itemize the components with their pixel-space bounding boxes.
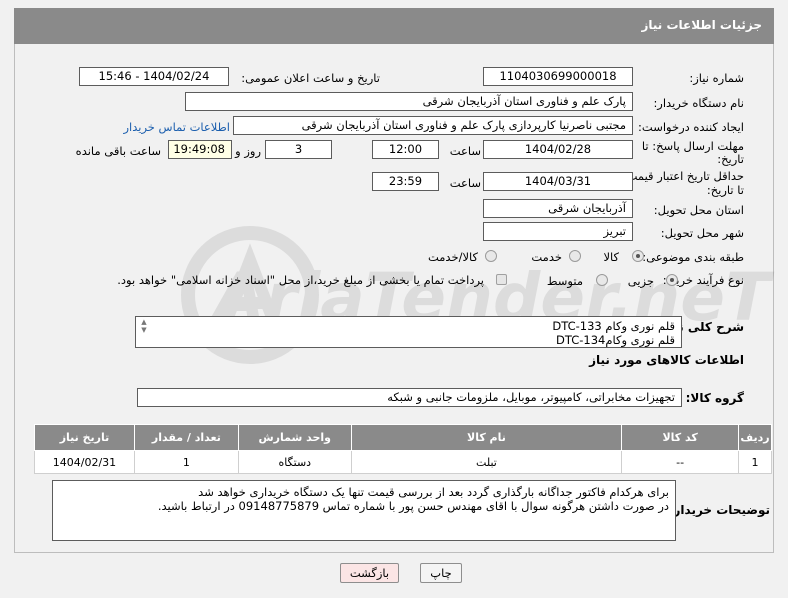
announce-date-label: تاریخ و ساعت اعلان عمومی: <box>241 71 380 85</box>
reply-days-field: 3 <box>265 140 332 159</box>
table-row[interactable]: 1 -- تبلت دستگاه 1 1404/02/31 <box>34 450 772 474</box>
buyer-notes-label: توضیحات خریدار: <box>668 503 770 517</box>
buyer-org-field: پارک علم و فناوری استان آذربایجان شرقی <box>185 92 633 111</box>
scroll-down-icon[interactable]: ▼ <box>137 326 151 334</box>
col-qty: تعداد / مقدار <box>133 424 239 451</box>
cell-date: 1404/02/31 <box>34 450 135 474</box>
col-date: تاریخ نیاز <box>34 424 135 451</box>
category-radio-goods-service[interactable] <box>485 250 497 262</box>
reply-deadline-label: مهلت ارسال پاسخ: تا <box>641 139 744 153</box>
reply-deadline-date-field: 1404/02/28 <box>483 140 633 159</box>
reply-time-field: 12:00 <box>372 140 439 159</box>
remaining-time-field: 19:49:08 <box>168 140 232 159</box>
scroll-up-icon[interactable]: ▲ <box>137 318 151 326</box>
description-line-2: قلم نوری وکامDTC-134 <box>556 333 675 347</box>
treasury-payment-checkbox[interactable] <box>496 274 507 285</box>
treasury-payment-note: پرداخت تمام یا بخشی از مبلغ خرید،از محل … <box>117 273 484 287</box>
cell-qty: 1 <box>133 450 239 474</box>
reply-days-label: روز و <box>235 144 261 158</box>
process-radio-medium[interactable] <box>596 274 608 286</box>
page-title: جزئیات اطلاعات نیاز <box>641 18 762 32</box>
price-validity-time-field: 23:59 <box>372 172 439 191</box>
price-validity-label-date: تا تاریخ: <box>706 183 744 197</box>
announce-date-field: 1404/02/24 - 15:46 <box>79 67 229 86</box>
category-option-service: خدمت <box>531 250 562 264</box>
goods-group-field: تجهیزات مخابراتی، کامپیوتر، موبایل، ملزو… <box>137 388 682 407</box>
col-name: نام کالا <box>350 424 623 451</box>
reply-deadline-label-date: تاریخ: <box>717 152 744 166</box>
price-validity-time-label: ساعت <box>449 176 481 190</box>
description-textarea[interactable]: قلم نوری وکام DTC-133 قلم نوری وکامDTC-1… <box>135 316 682 348</box>
description-line-1: قلم نوری وکام DTC-133 <box>552 319 675 333</box>
cell-name: تبلت <box>350 450 623 474</box>
delivery-city-field: تبریز <box>483 222 633 241</box>
buyer-notes-textarea[interactable]: برای هرکدام فاکتور جداگانه بارگذاری گردد… <box>52 480 676 541</box>
col-row: ردیف <box>738 424 772 451</box>
buyer-notes-line-2: در صورت داشتن هرگونه سوال با اقای مهندس … <box>157 499 669 513</box>
goods-table-header: ردیف کد کالا نام کالا واحد شمارش تعداد /… <box>34 424 772 451</box>
delivery-province-label: استان محل تحویل: <box>653 203 744 217</box>
buyer-notes-line-1: برای هرکدام فاکتور جداگانه بارگذاری گردد… <box>198 485 669 499</box>
category-option-goods-service: کالا/خدمت <box>427 250 478 264</box>
col-unit: واحد شمارش <box>237 424 352 451</box>
buyer-contact-link[interactable]: اطلاعات تماس خریدار <box>123 120 230 134</box>
print-button[interactable]: چاپ <box>420 563 462 583</box>
cell-code: -- <box>621 450 740 474</box>
category-radio-goods[interactable] <box>632 250 644 262</box>
delivery-province-field: آذربایجان شرقی <box>483 199 633 218</box>
cell-row: 1 <box>738 450 772 474</box>
price-validity-date-field: 1404/03/31 <box>483 172 633 191</box>
price-validity-label: حداقل تاریخ اعتبار قیمت: <box>622 169 744 183</box>
description-scrollbar[interactable]: ▲ ▼ <box>137 318 151 334</box>
goods-section-title: اطلاعات کالاهای مورد نیاز <box>589 353 744 367</box>
col-code: کد کالا <box>621 424 740 451</box>
requester-field: مجتبی ناصرنیا کارپردازی پارک علم و فناور… <box>233 116 633 135</box>
panel-header: جزئیات اطلاعات نیاز <box>14 8 774 44</box>
requester-label: ایجاد کننده درخواست: <box>638 120 744 134</box>
goods-table: ردیف کد کالا نام کالا واحد شمارش تعداد /… <box>34 424 772 474</box>
category-option-goods: کالا <box>603 250 619 264</box>
category-label: طبقه بندی موضوعی: <box>642 250 744 264</box>
process-option-medium: متوسط <box>546 274 583 288</box>
process-option-minor: جزیی <box>627 274 654 288</box>
need-number-field: 1104030699000018 <box>483 67 633 86</box>
category-radio-service[interactable] <box>569 250 581 262</box>
cell-unit: دستگاه <box>237 450 352 474</box>
goods-table-wrapper: ردیف کد کالا نام کالا واحد شمارش تعداد /… <box>34 424 772 474</box>
process-radio-minor[interactable] <box>666 274 678 286</box>
need-number-label: شماره نیاز: <box>689 71 744 85</box>
reply-time-label: ساعت <box>449 144 481 158</box>
remaining-time-label: ساعت باقی مانده <box>75 144 161 158</box>
goods-group-label: گروه کالا: <box>685 391 744 405</box>
buyer-org-label: نام دستگاه خریدار: <box>653 96 744 110</box>
delivery-city-label: شهر محل تحویل: <box>660 226 744 240</box>
back-button[interactable]: بازگشت <box>340 563 399 583</box>
